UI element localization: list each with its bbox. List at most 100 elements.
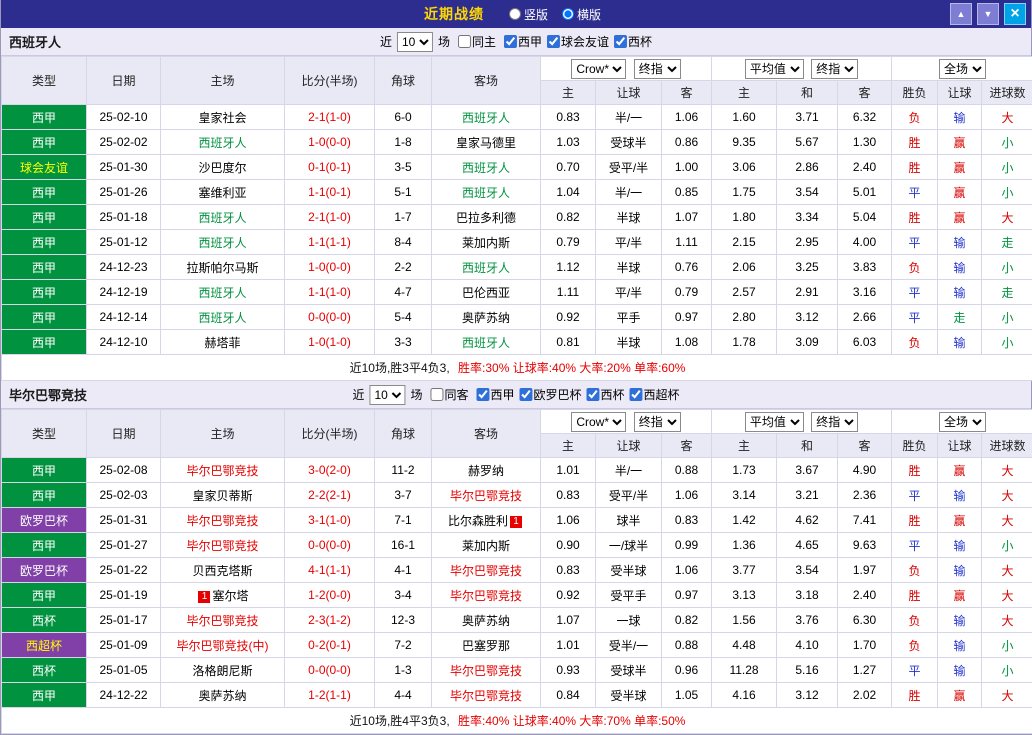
eu-away-odds: 2.02 [838,683,892,708]
score: 2-2(2-1) [285,483,375,508]
ah-odds-stage-select[interactable]: 终指 [634,59,681,79]
ah-home-odds: 1.01 [541,458,596,483]
recent-results-window: 近期战绩 竖版 横版 ▲ ▼ × 西班牙人 近 10 场 [0,0,1032,735]
competition-filter[interactable]: 西甲 [476,386,514,403]
eu-away-odds: 4.90 [838,458,892,483]
recent-count-select[interactable]: 10 [369,385,405,405]
eu-odds-stage-select[interactable]: 终指 [811,412,858,432]
competition-filter[interactable]: 西甲 [504,33,542,50]
red-card-badge: 1 [198,591,210,603]
layout-option-horizontal[interactable]: 横版 [562,6,601,23]
corner-score: 3-7 [375,483,432,508]
match-row: 西甲 24-12-19 西班牙人 1-1(1-0) 4-7 巴伦西亚 1.11 … [2,280,1032,305]
competition-cell: 西超杯 [2,633,87,658]
summary-record: 近10场,胜4平3负3, [350,714,450,728]
ah-away-odds: 0.85 [662,180,712,205]
competition-cell: 西甲 [2,105,87,130]
scope-select[interactable]: 全场 [939,59,986,79]
same-venue-checkbox[interactable] [430,388,443,401]
eu-home-odds: 1.36 [712,533,777,558]
competition-filter[interactable]: 西杯 [587,386,625,403]
competition-filter[interactable]: 球会友谊 [547,33,609,50]
close-button[interactable]: × [1004,3,1026,25]
scroll-up-button[interactable]: ▲ [950,3,972,25]
competition-badge: 西甲 [32,136,56,150]
match-date: 25-01-22 [87,558,161,583]
result-wdl: 胜 [892,205,938,230]
competition-filter[interactable]: 西杯 [614,33,652,50]
result-goals: 大 [982,558,1032,583]
scope-select[interactable]: 全场 [939,412,986,432]
result-wdl: 平 [892,280,938,305]
same-venue-filter[interactable]: 同客 [430,386,468,403]
result-handicap: 输 [938,255,982,280]
team-name: 西班牙人 [9,32,61,51]
ah-line: 受平/半 [596,483,662,508]
col-header-eu-draw: 和 [777,434,838,458]
match-row: 西甲 24-12-10 赫塔菲 1-0(1-0) 3-3 西班牙人 0.81 半… [2,330,1032,355]
competition-checkbox[interactable] [504,35,517,48]
average-select[interactable]: 平均值 [745,59,804,79]
competition-filter[interactable]: 西超杯 [630,386,680,403]
vertical-layout-radio[interactable] [509,8,521,20]
bookmaker-select[interactable]: Crow* [571,59,626,79]
competition-badge: 西甲 [32,539,56,553]
recent-count-select[interactable]: 10 [397,32,433,52]
competition-checkbox[interactable] [520,388,533,401]
eu-home-odds: 3.77 [712,558,777,583]
layout-option-vertical[interactable]: 竖版 [509,6,548,23]
result-goals: 大 [982,205,1032,230]
away-team: 奥萨苏纳 [432,305,541,330]
corner-score: 7-1 [375,508,432,533]
home-team: 1塞尔塔 [161,583,285,608]
average-select[interactable]: 平均值 [745,412,804,432]
competition-badge: 球会友谊 [20,161,68,175]
competition-checkbox[interactable] [614,35,627,48]
match-date: 25-01-05 [87,658,161,683]
section-header-bar: 西班牙人 近 10 场 同主 西甲球会友谊西杯 [1,28,1031,56]
competition-checkbox[interactable] [547,35,560,48]
result-handicap: 输 [938,633,982,658]
match-row: 西甲 25-02-08 毕尔巴鄂竞技 3-0(2-0) 11-2 赫罗纳 1.0… [2,458,1032,483]
away-team: 巴伦西亚 [432,280,541,305]
ah-home-odds: 0.92 [541,305,596,330]
away-team: 巴拉多利德 [432,205,541,230]
corner-score: 2-2 [375,255,432,280]
result-handicap: 输 [938,230,982,255]
same-venue-checkbox[interactable] [458,35,471,48]
col-header-ah-home: 主 [541,81,596,105]
home-team: 毕尔巴鄂竞技(中) [161,633,285,658]
corner-score: 5-1 [375,180,432,205]
scroll-down-button[interactable]: ▼ [977,3,999,25]
ah-odds-stage-select[interactable]: 终指 [634,412,681,432]
eu-home-odds: 1.78 [712,330,777,355]
away-team: 西班牙人 [432,105,541,130]
result-goals: 小 [982,658,1032,683]
competition-filter[interactable]: 欧罗巴杯 [520,386,582,403]
competition-checkbox[interactable] [476,388,489,401]
eu-away-odds: 3.16 [838,280,892,305]
score: 2-3(1-2) [285,608,375,633]
eu-odds-stage-select[interactable]: 终指 [811,59,858,79]
ah-line: 受球半 [596,658,662,683]
result-handicap: 赢 [938,155,982,180]
result-wdl: 负 [892,255,938,280]
eu-draw-odds: 3.12 [777,305,838,330]
match-row: 西甲 25-02-03 皇家贝蒂斯 2-2(2-1) 3-7 毕尔巴鄂竞技 0.… [2,483,1032,508]
competition-badge: 欧罗巴杯 [20,514,68,528]
eu-home-odds: 2.57 [712,280,777,305]
ah-home-odds: 0.83 [541,483,596,508]
match-row: 球会友谊 25-01-30 沙巴度尔 0-1(0-1) 3-5 西班牙人 0.7… [2,155,1032,180]
col-header-score: 比分(半场) [285,57,375,105]
match-row: 西甲 25-02-10 皇家社会 2-1(1-0) 6-0 西班牙人 0.83 … [2,105,1032,130]
score: 0-2(0-1) [285,633,375,658]
match-row: 西甲 25-02-02 西班牙人 1-0(0-0) 1-8 皇家马德里 1.03… [2,130,1032,155]
result-wdl: 胜 [892,683,938,708]
competition-checkbox[interactable] [587,388,600,401]
ah-home-odds: 1.07 [541,608,596,633]
eu-draw-odds: 4.10 [777,633,838,658]
competition-checkbox[interactable] [630,388,643,401]
bookmaker-select[interactable]: Crow* [571,412,626,432]
horizontal-layout-radio[interactable] [562,8,574,20]
same-venue-filter[interactable]: 同主 [458,33,496,50]
